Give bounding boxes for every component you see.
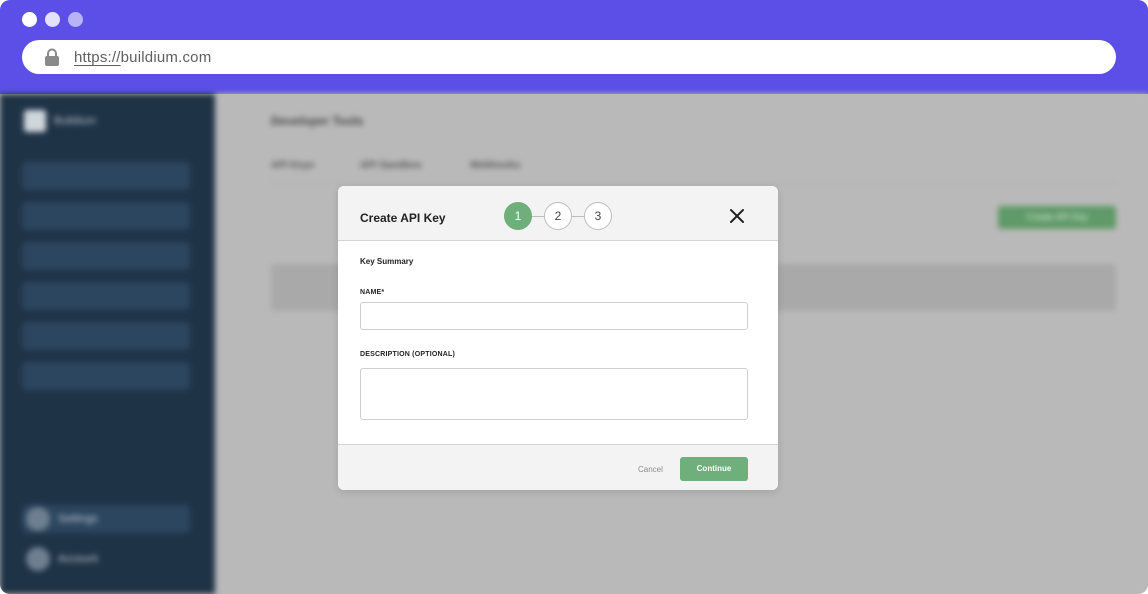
name-input[interactable] [360,302,748,330]
url-host: buildium.com [120,49,212,66]
dialog-footer: Cancel Continue [338,444,778,490]
description-input[interactable] [360,368,748,420]
step-1: 1 [504,202,532,230]
tab-divider [271,182,1116,183]
settings-icon [26,507,50,531]
window-maximize-dot[interactable] [68,12,83,27]
tab-api-keys[interactable]: API Keys [271,160,314,171]
sidebar-item[interactable] [22,242,190,270]
lock-icon [45,48,59,66]
sidebar-item-label: Settings [58,513,98,525]
page-title: Developer Tools [271,114,364,128]
step-connector [532,216,544,217]
step-connector [572,216,584,217]
sidebar-item-settings[interactable]: Settings [22,505,190,533]
brand-name: Buildium [54,115,97,127]
continue-button[interactable]: Continue [680,457,748,481]
window-close-dot[interactable] [22,12,37,27]
address-bar[interactable]: https://buildium.com [22,40,1116,74]
step-2: 2 [544,202,572,230]
browser-chrome: https://buildium.com [0,0,1148,94]
sidebar-item[interactable] [22,282,190,310]
dialog-title: Create API Key [360,211,446,225]
close-icon[interactable] [728,207,746,225]
sidebar-item[interactable] [22,322,190,350]
sidebar: Buildium Settings Account [0,94,215,594]
window-minimize-dot[interactable] [45,12,60,27]
section-title: Key Summary [360,257,414,266]
browser-window: https://buildium.com Buildium Settings A… [0,0,1148,594]
url-text: https://buildium.com [74,49,211,66]
sidebar-item[interactable] [22,162,190,190]
sidebar-item[interactable] [22,202,190,230]
sidebar-item-account[interactable]: Account [22,545,190,573]
stepper: 1 2 3 [504,202,612,230]
dialog-header: Create API Key 1 2 3 [338,186,778,241]
brand-logo [24,110,46,132]
step-3: 3 [584,202,612,230]
sidebar-item[interactable] [22,362,190,390]
sidebar-item-label: Account [58,553,98,565]
tab-api-sandbox[interactable]: API Sandbox [360,160,422,171]
tab-webhooks[interactable]: Webhooks [470,160,520,171]
create-api-key-dialog: Create API Key 1 2 3 Key Summary NAME* D… [338,186,778,490]
create-api-key-button[interactable]: Create API Key [998,206,1116,229]
description-label: DESCRIPTION (OPTIONAL) [360,351,456,358]
url-scheme: https:// [74,49,121,66]
cancel-button[interactable]: Cancel [638,465,663,474]
avatar [26,547,50,571]
dialog-body: Key Summary NAME* DESCRIPTION (OPTIONAL) [338,241,778,444]
name-label: NAME* [360,289,385,296]
